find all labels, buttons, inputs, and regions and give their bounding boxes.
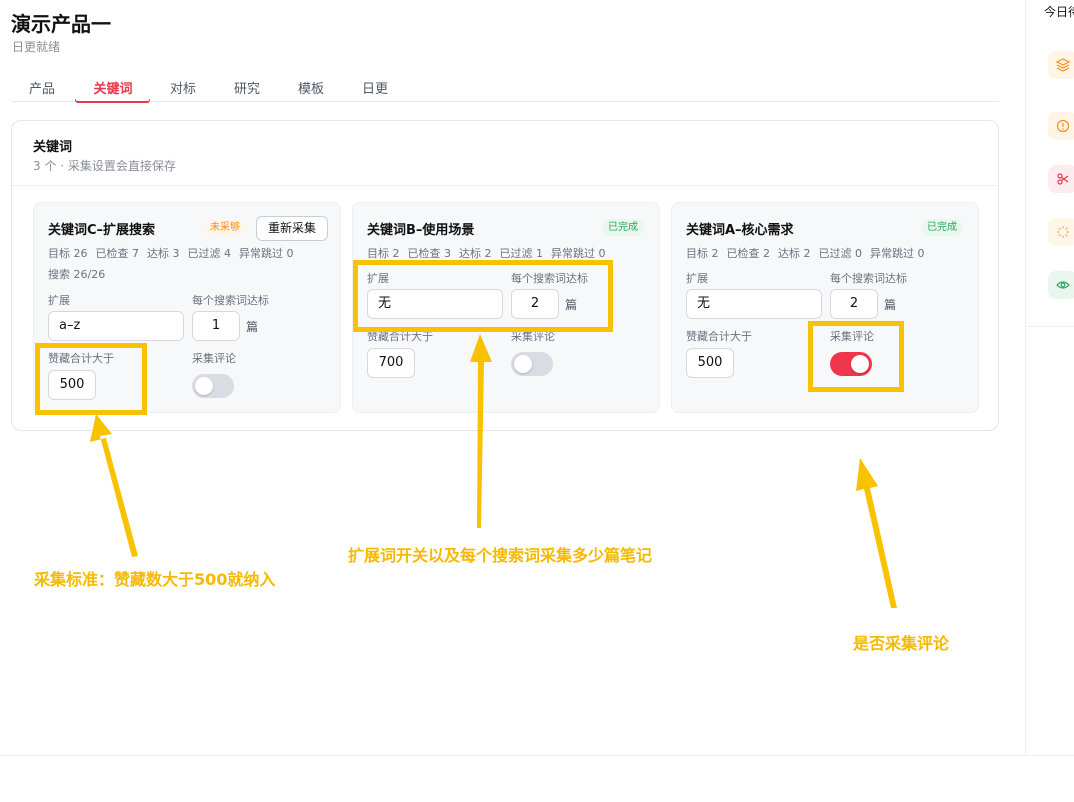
eye-icon[interactable] (1048, 271, 1074, 299)
annotation-arrows (90, 334, 897, 608)
annotation-likes: 采集标准：赞藏数大于500就纳入 (34, 570, 276, 589)
right-panel-title: 今日待办 (1044, 5, 1074, 19)
right-panel: 今日待办 (1025, 0, 1074, 755)
arrow-comments (856, 458, 897, 608)
bottom-divider (0, 755, 1074, 756)
app-root: 演示产品一 日更就绪 产品 关键词 对标 研究 模板 日更 关键词 3 个 · … (0, 0, 1074, 802)
arrow-likes (90, 414, 138, 557)
loader-icon[interactable] (1048, 218, 1074, 246)
right-panel-divider (1026, 326, 1074, 327)
arrow-expand (470, 334, 492, 528)
alert-icon[interactable] (1048, 112, 1074, 140)
layers-icon[interactable] (1048, 51, 1074, 79)
annotation-expand: 扩展词开关以及每个搜索词采集多少篇笔记 (348, 546, 653, 565)
scissors-icon[interactable] (1048, 165, 1074, 193)
annotation-comments: 是否采集评论 (853, 634, 950, 653)
